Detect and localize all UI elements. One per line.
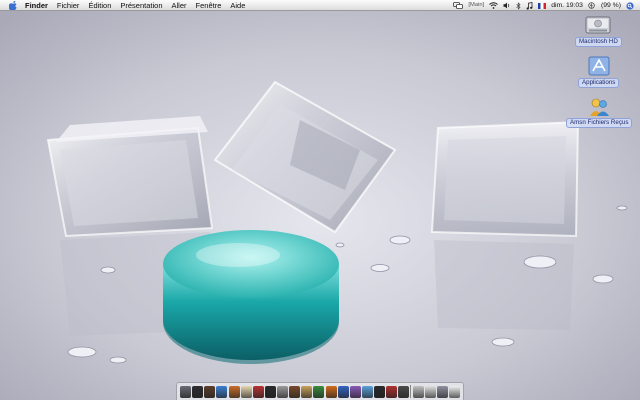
- glass-cube-right: [430, 120, 580, 330]
- menu-fichier[interactable]: Fichier: [57, 0, 80, 11]
- dock-app-icon[interactable]: [240, 385, 252, 398]
- dock-app-icon[interactable]: [349, 385, 361, 398]
- dock-app-icon[interactable]: [337, 385, 349, 398]
- dock-app-icon[interactable]: [374, 385, 385, 398]
- dock-app-icon[interactable]: [264, 385, 276, 398]
- dock-app-icon[interactable]: [180, 385, 191, 398]
- dock: [176, 382, 464, 400]
- desktop-icon-label: Amsn Fichiers Reçus: [566, 118, 633, 128]
- menu-presentation[interactable]: Présentation: [120, 0, 162, 11]
- dock-app-icon[interactable]: [361, 385, 373, 398]
- desktop-icon-applications[interactable]: Applications: [578, 53, 620, 88]
- dock-app-icon[interactable]: [277, 385, 288, 398]
- dock-app-icon[interactable]: [192, 385, 204, 398]
- applications-folder-icon: [588, 56, 610, 76]
- dock-app-icon[interactable]: [252, 385, 264, 398]
- dock-separator: [410, 385, 412, 398]
- chat-status-icon[interactable]: [453, 2, 464, 9]
- dock-app-icon[interactable]: [398, 385, 410, 398]
- desktop-icon-macintosh-hd[interactable]: Macintosh HD: [575, 14, 622, 47]
- teal-glass-disc: [163, 230, 339, 364]
- desktop-icon-label: Macintosh HD: [575, 37, 622, 47]
- menu-bar: Finder Fichier Édition Présentation Alle…: [0, 0, 640, 11]
- amsn-icon: [590, 98, 610, 116]
- clock[interactable]: dim. 19:03: [551, 0, 583, 11]
- dock-app-icon[interactable]: [436, 385, 448, 398]
- battery-percentage[interactable]: (99 %): [601, 0, 621, 11]
- dock-app-icon[interactable]: [386, 385, 398, 398]
- battery-icon[interactable]: [588, 2, 596, 9]
- wifi-icon[interactable]: [489, 2, 499, 9]
- dock-app-icon[interactable]: [289, 385, 301, 398]
- dock-app-icon[interactable]: [228, 385, 240, 398]
- input-flag-icon[interactable]: [538, 2, 547, 9]
- main-badge[interactable]: [Main]: [468, 0, 484, 11]
- itunes-icon[interactable]: [526, 1, 533, 10]
- menu-extras: [Main] dim. 19:03 (99 %): [453, 0, 634, 11]
- volume-icon[interactable]: [503, 2, 511, 9]
- menu-edition[interactable]: Édition: [88, 0, 111, 11]
- dock-app-icon[interactable]: [412, 385, 424, 398]
- menu-finder[interactable]: Finder: [25, 0, 48, 11]
- spotlight-icon[interactable]: [626, 1, 634, 10]
- dock-app-icon[interactable]: [313, 385, 325, 398]
- menu-aide[interactable]: Aide: [230, 0, 245, 11]
- dock-app-icon[interactable]: [216, 385, 228, 398]
- desktop-icon-label: Applications: [578, 78, 620, 88]
- desktop-icon-amsn-fichiers-recus[interactable]: Amsn Fichiers Reçus: [566, 97, 633, 128]
- hard-drive-icon: [585, 16, 611, 34]
- menu-aller[interactable]: Aller: [172, 0, 187, 11]
- desktop-wallpaper: [0, 0, 640, 400]
- dock-app-icon[interactable]: [448, 385, 460, 398]
- bluetooth-icon[interactable]: [516, 1, 521, 10]
- dock-app-icon[interactable]: [325, 385, 337, 398]
- apple-menu-icon[interactable]: [9, 0, 19, 10]
- menu-fenetre[interactable]: Fenêtre: [196, 0, 222, 11]
- dock-app-icon[interactable]: [204, 385, 216, 398]
- dock-app-icon[interactable]: [301, 385, 313, 398]
- dock-app-icon[interactable]: [424, 385, 436, 398]
